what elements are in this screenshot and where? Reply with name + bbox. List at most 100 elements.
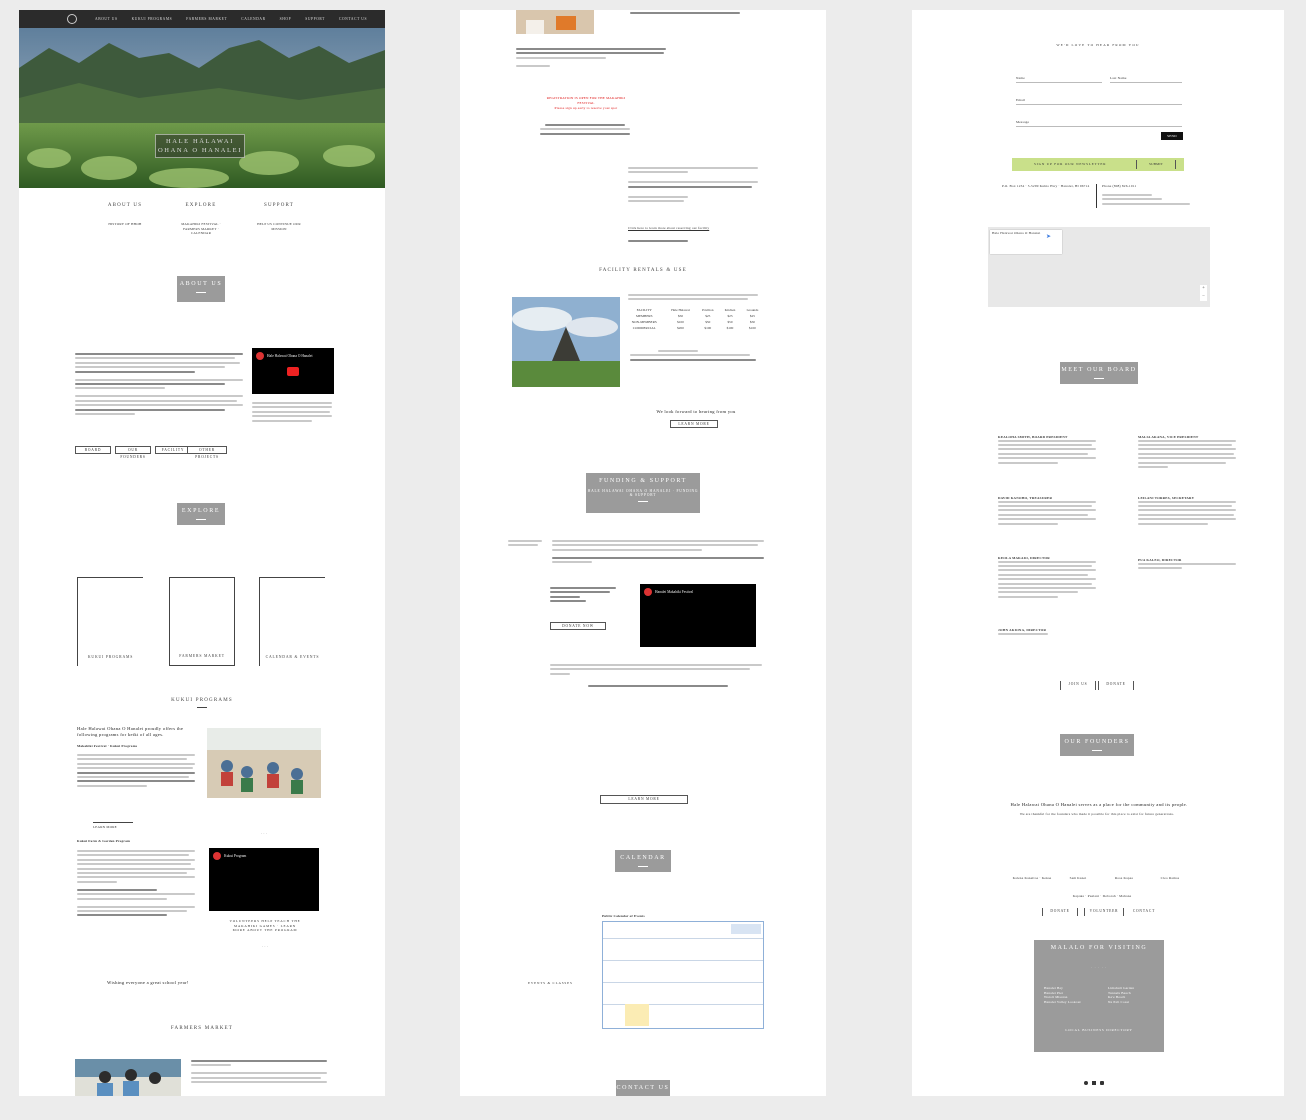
intro-heading-support[interactable]: SUPPORT bbox=[259, 203, 299, 208]
nav-item-contact[interactable]: Contact Us bbox=[339, 17, 367, 21]
calendar-nav-buttons[interactable] bbox=[731, 924, 761, 934]
facility-cta-link[interactable]: Click here to learn more about reserving… bbox=[628, 226, 758, 231]
founder-name-3: Rosa Kapaa bbox=[1114, 876, 1134, 880]
email-field[interactable] bbox=[1016, 104, 1182, 105]
founder-name-4: Cleo Ramos bbox=[1160, 876, 1180, 880]
board-donate-button[interactable]: DONATE bbox=[1098, 681, 1134, 690]
instagram-icon[interactable] bbox=[1092, 1081, 1096, 1085]
hero-image: HALE HĀLAWAI OHANA O HANALEI bbox=[19, 28, 385, 188]
map-zoom-controls[interactable]: + − bbox=[1200, 285, 1207, 301]
malalo-item[interactable]: Hanalei Valley Lookout bbox=[1044, 1000, 1099, 1005]
kukui-video[interactable]: Kukui Program bbox=[209, 848, 319, 911]
calendar-title: Public Calendar of Events bbox=[602, 914, 645, 918]
funding-sidebar-label bbox=[508, 540, 544, 549]
table-cell: $200 bbox=[677, 326, 684, 330]
calendar-today-cell[interactable] bbox=[625, 1004, 649, 1026]
message-field[interactable] bbox=[1016, 126, 1182, 127]
explore-card-farmers[interactable]: FARMERS MARKET bbox=[169, 577, 235, 666]
founders-volunteer-button[interactable]: VOLUNTEER bbox=[1084, 908, 1124, 916]
intro-heading-explore[interactable]: EXPLORE bbox=[181, 203, 221, 208]
explore-card-calendar[interactable]: CALENDAR & EVENTS bbox=[259, 577, 325, 666]
board-member-3: DAVID KANOHO, TREASURER bbox=[998, 496, 1098, 527]
nav-item-calendar[interactable]: Calendar bbox=[241, 17, 265, 21]
contact-phone: Phone (808) 826-1011 bbox=[1102, 184, 1137, 188]
about-button-founders[interactable]: Our Founders bbox=[115, 446, 151, 459]
funding-footer-text bbox=[550, 664, 764, 689]
malalo-list-left: Hanalei Bay Hanalei Pier Waioli Mission … bbox=[1044, 986, 1099, 1004]
facility-button[interactable]: LEARN MORE bbox=[670, 420, 718, 428]
funding-subtitle: HALE HALAWAI OHANA O HANALEI · FUNDING &… bbox=[587, 488, 699, 498]
kukui-photo-caption: · · · bbox=[260, 832, 268, 836]
facebook-icon[interactable] bbox=[1084, 1081, 1088, 1085]
funding-learn-more-button[interactable]: LEARN MORE bbox=[600, 795, 688, 804]
nav-item-about[interactable]: About Us bbox=[95, 17, 118, 21]
social-icons bbox=[1084, 1081, 1114, 1085]
kukui-program-1-text bbox=[77, 754, 197, 789]
calendar-widget[interactable] bbox=[602, 921, 764, 1029]
nav-item-kukui[interactable]: Kukui Programs bbox=[132, 17, 173, 21]
intro-link-about[interactable]: HISTORY OF HHOH bbox=[99, 222, 151, 227]
funding-title: FUNDING & SUPPORT bbox=[599, 478, 687, 484]
page-panel-support: REGISTRATION IS OPEN FOR THE MAKAHIKI FE… bbox=[460, 10, 826, 1096]
funding-video[interactable]: Hanalei Makahiki Festival bbox=[640, 584, 756, 647]
registration-notice: REGISTRATION IS OPEN FOR THE MAKAHIKI FE… bbox=[546, 96, 626, 105]
newsletter-bar: SIGN UP FOR OUR NEWSLETTER SUBMIT bbox=[1012, 158, 1184, 171]
nav-item-support[interactable]: Support bbox=[305, 17, 325, 21]
kukui-learn-more[interactable]: LEARN MORE bbox=[93, 822, 133, 830]
about-video[interactable]: Hale Halawai Ohana O Hanalei bbox=[252, 348, 334, 394]
facility-table-notes bbox=[630, 350, 760, 363]
board-member-4: LEILANI TORRES, SECRETARY bbox=[1138, 496, 1238, 527]
table-cell: COMMERCIAL bbox=[632, 326, 656, 330]
page-panel-contact: WE'D LOVE TO HEAR FROM YOU Name Last Nam… bbox=[912, 10, 1284, 1096]
board-member-name: KEALOHA SMITH, BOARD PRESIDENT bbox=[998, 435, 1068, 439]
email-icon[interactable] bbox=[1100, 1081, 1104, 1085]
location-map[interactable]: Hale Halawai Ohana O Hanalei ➤ + − bbox=[988, 227, 1210, 307]
newsletter-submit-button[interactable]: SUBMIT bbox=[1136, 160, 1176, 169]
explore-card-kukui[interactable]: KUKUI PROGRAMS bbox=[77, 577, 143, 666]
logo-icon[interactable] bbox=[67, 14, 77, 24]
founder-links[interactable]: Kapaka · Pualani · Deborah · Mahana bbox=[1032, 894, 1172, 899]
directions-icon[interactable]: ➤ bbox=[1046, 233, 1054, 241]
send-button[interactable]: SEND bbox=[1161, 132, 1183, 140]
lastname-field[interactable] bbox=[1110, 82, 1182, 83]
intro-link-explore[interactable]: MAKAHIKI FESTIVAL · FARMERS MARKET · CAL… bbox=[173, 222, 229, 236]
donate-button[interactable]: DONATE NOW bbox=[550, 622, 606, 630]
board-join-button[interactable]: JOIN US bbox=[1060, 681, 1096, 690]
kukui-video-caption: VOLUNTEERS HELP TEACH THE MAKAHIKI GAMES… bbox=[229, 919, 301, 933]
farmers-heading: FARMERS MARKET bbox=[170, 1026, 234, 1031]
facility-footer: We look forward to hearing from you bbox=[656, 409, 736, 414]
funding-donate-text bbox=[550, 587, 620, 605]
about-button-other[interactable]: Other Projects bbox=[187, 446, 227, 459]
intro-link-support[interactable]: HELP US CONTINUE OUR MISSION bbox=[251, 222, 307, 231]
contact-form-header: WE'D LOVE TO HEAR FROM YOU bbox=[1056, 43, 1140, 47]
calendar-label: EVENTS & CLASSES bbox=[528, 981, 573, 985]
founders-text-2: We are thankful for the founders who mad… bbox=[1019, 812, 1175, 816]
about-button-board[interactable]: Board bbox=[75, 446, 111, 454]
play-icon[interactable] bbox=[287, 367, 299, 376]
intro-heading-about[interactable]: ABOUT US bbox=[105, 203, 145, 208]
about-button-facility[interactable]: Facility bbox=[155, 446, 191, 454]
hero-title: HALE HĀLAWAI OHANA O HANALEI bbox=[155, 134, 245, 158]
founder-name-1: Kalena Kaneiloa · Kekaa bbox=[1012, 876, 1052, 880]
malalo-list-right: Limahuli Garden Tunnels Beach Ke'e Beach… bbox=[1108, 986, 1160, 1004]
kukui-intro: Hale Halawai Ohana O Hanalei proudly off… bbox=[77, 726, 184, 737]
founders-donate-button[interactable]: DONATE bbox=[1042, 908, 1078, 916]
malalo-item[interactable]: Na Pali Coast bbox=[1108, 1000, 1160, 1005]
board-member-name: DAVID KANOHO, TREASURER bbox=[998, 496, 1053, 500]
malalo-title: MALALO FOR VISITING bbox=[1050, 945, 1148, 951]
facility-email bbox=[628, 240, 708, 244]
newsletter-label: SIGN UP FOR OUR NEWSLETTER bbox=[1034, 162, 1107, 166]
market-people-image bbox=[75, 1059, 181, 1096]
board-member-name: PUA KALEO, DIRECTOR bbox=[1138, 558, 1182, 562]
kids-classroom-image bbox=[207, 728, 321, 798]
calendar-heading: CALENDAR bbox=[615, 850, 671, 872]
group-photo-image bbox=[516, 10, 594, 34]
kukui-more[interactable]: · · · bbox=[247, 945, 283, 950]
kukui-heading-rule bbox=[197, 707, 207, 708]
nav-item-shop[interactable]: Shop bbox=[280, 17, 292, 21]
founders-contact-button[interactable]: CONTACT bbox=[1128, 908, 1160, 916]
registration-text bbox=[540, 124, 630, 137]
nav-item-farmers[interactable]: Farmers Market bbox=[186, 17, 227, 21]
name-field[interactable] bbox=[1016, 82, 1102, 83]
facility-intro bbox=[628, 167, 758, 210]
